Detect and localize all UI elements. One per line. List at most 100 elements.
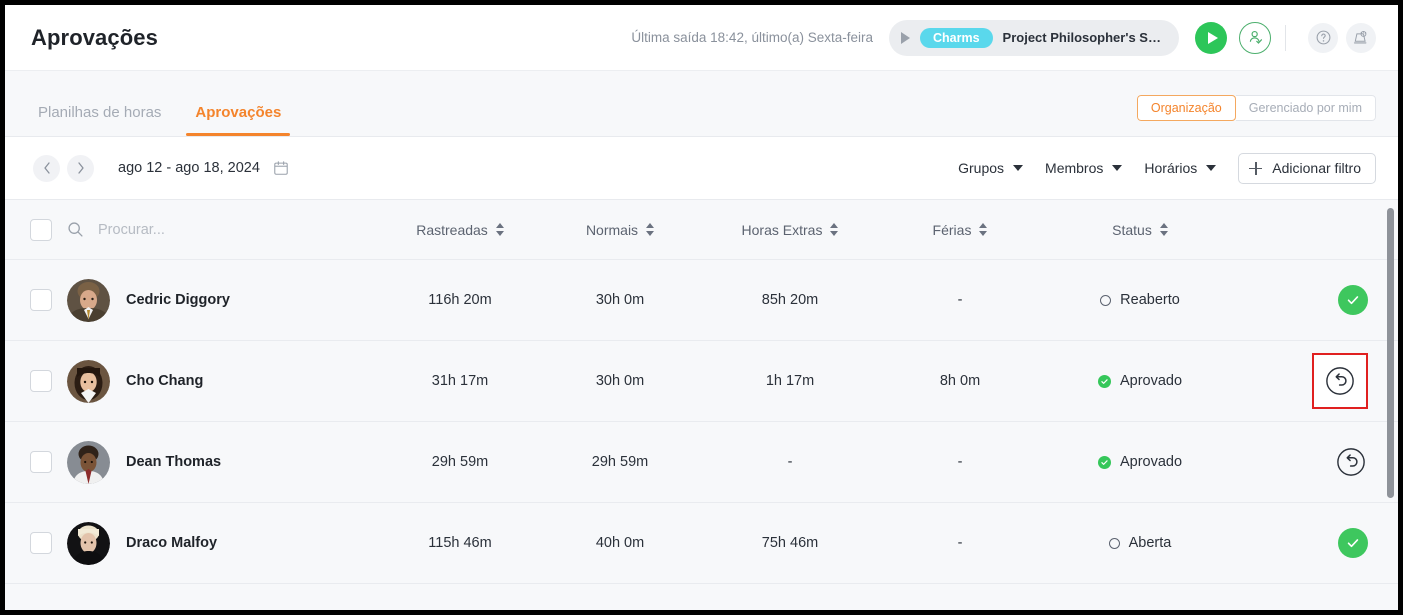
status-label: Reaberto: [1120, 292, 1180, 308]
sort-icon[interactable]: [1159, 223, 1168, 236]
cell-timeoff: -: [957, 454, 963, 470]
avatar: [67, 440, 110, 484]
user-check-icon: [1249, 30, 1262, 44]
row-select-cell: [5, 370, 67, 392]
calendar-button[interactable]: [273, 160, 289, 176]
help-button[interactable]: [1308, 22, 1338, 53]
column-header-tracked-label: Rastreadas: [416, 221, 488, 238]
filter-groups-dropdown[interactable]: Grupos: [958, 160, 1024, 176]
undo-approval-button[interactable]: [1334, 445, 1368, 479]
timer-widget[interactable]: Charms Project Philosopher's St...: [889, 19, 1179, 56]
cell-timeoff: -: [957, 292, 963, 308]
undo-approval-button[interactable]: [1323, 364, 1357, 398]
member-cell: Draco Malfoy: [67, 521, 380, 565]
table-header-row: Procurar... Rastreadas Normais Horas Ext…: [5, 200, 1398, 260]
status-label: Aberta: [1128, 535, 1172, 551]
member-name: Dean Thomas: [126, 454, 222, 470]
scrollbar-track[interactable]: [1387, 200, 1396, 610]
cell-status: Aprovado: [1040, 373, 1240, 389]
scope-toggle: Organização Gerenciado por mim: [1136, 95, 1376, 121]
filter-groups-label: Grupos: [958, 160, 1005, 176]
sort-icon[interactable]: [979, 223, 988, 236]
status-label: Aprovado: [1119, 373, 1183, 389]
cell-overtime: -: [787, 454, 793, 470]
cell-timeoff: 8h 0m: [939, 373, 981, 389]
column-header-status[interactable]: Status: [1040, 222, 1240, 238]
tab-list: Planilhas de horas Aprovações: [38, 104, 291, 136]
approvals-table: Procurar... Rastreadas Normais Horas Ext…: [5, 199, 1398, 610]
table-row[interactable]: Dean Thomas 29h 59m 29h 59m - - Aprovado: [5, 422, 1398, 503]
member-cell: Cedric Diggory: [67, 278, 380, 322]
add-filter-label: Adicionar filtro: [1272, 160, 1361, 176]
help-circle-icon: [1316, 30, 1330, 45]
column-header-overtime-label: Horas Extras: [741, 221, 823, 238]
user-check-button[interactable]: [1239, 21, 1271, 54]
cell-tracked: 116h 20m: [428, 292, 492, 308]
search-cell[interactable]: Procurar...: [67, 221, 380, 238]
scope-option-managed-by-me[interactable]: Gerenciado por mim: [1235, 95, 1376, 121]
avatar: [67, 278, 110, 322]
chevron-left-icon: [43, 162, 50, 174]
column-header-overtime[interactable]: Horas Extras: [700, 222, 880, 238]
column-header-timeoff-label: Férias: [932, 221, 972, 238]
column-header-regular[interactable]: Normais: [540, 222, 700, 238]
cell-action: [1240, 445, 1384, 479]
next-period-button[interactable]: [67, 154, 94, 182]
row-checkbox[interactable]: [30, 370, 52, 392]
filter-schedules-dropdown[interactable]: Horários: [1144, 160, 1217, 176]
chevron-right-icon: [77, 162, 84, 174]
top-header: Aprovações Última saída 18:42, último(a)…: [5, 5, 1398, 71]
table-row[interactable]: Draco Malfoy 115h 46m 40h 0m 75h 46m - A…: [5, 503, 1398, 584]
row-checkbox[interactable]: [30, 532, 52, 554]
avatar: [67, 521, 110, 565]
search-input[interactable]: Procurar...: [98, 222, 165, 238]
previous-period-button[interactable]: [33, 154, 60, 182]
calendar-icon: [274, 161, 288, 175]
tabs-bar: Planilhas de horas Aprovações Organizaçã…: [5, 71, 1398, 137]
column-header-tracked[interactable]: Rastreadas: [380, 222, 540, 238]
scrollbar-thumb[interactable]: [1387, 208, 1394, 498]
cell-action: [1240, 285, 1384, 315]
start-timer-button[interactable]: [1195, 21, 1227, 54]
cell-overtime: 75h 46m: [761, 535, 819, 551]
select-all-cell: [5, 218, 67, 241]
app-window: Aprovações Última saída 18:42, último(a)…: [5, 5, 1398, 610]
column-header-timeoff[interactable]: Férias: [880, 222, 1040, 238]
chevron-down-icon: [1013, 165, 1024, 171]
play-triangle-icon: [901, 31, 910, 44]
chevron-down-icon: [1112, 165, 1123, 171]
approve-button[interactable]: [1338, 285, 1368, 315]
member-cell: Dean Thomas: [67, 440, 380, 484]
tab-timesheets[interactable]: Planilhas de horas: [38, 104, 161, 136]
cell-tracked: 29h 59m: [431, 454, 489, 470]
row-checkbox[interactable]: [30, 451, 52, 473]
cell-regular: 30h 0m: [595, 373, 645, 389]
sort-icon[interactable]: [830, 223, 839, 236]
tab-approvals[interactable]: Aprovações: [186, 104, 291, 136]
date-range-label[interactable]: ago 12 - ago 18, 2024: [118, 160, 260, 176]
check-icon: [1347, 539, 1359, 548]
status-open-icon: [1108, 537, 1120, 549]
undo-icon: [1337, 448, 1365, 476]
cell-tracked: 31h 17m: [431, 373, 489, 389]
sort-icon[interactable]: [646, 223, 655, 236]
project-name-label[interactable]: Project Philosopher's St...: [1003, 30, 1163, 45]
approve-button[interactable]: [1338, 528, 1368, 558]
avatar-image: [67, 278, 110, 322]
table-row[interactable]: Cedric Diggory 116h 20m 30h 0m 85h 20m -…: [5, 260, 1398, 341]
select-all-checkbox[interactable]: [30, 218, 52, 241]
add-filter-button[interactable]: Adicionar filtro: [1238, 152, 1376, 184]
header-right-group: Última saída 18:42, último(a) Sexta-feir…: [631, 19, 1398, 56]
avatar: [67, 359, 110, 403]
megaphone-icon: [1353, 30, 1367, 43]
whats-new-button[interactable]: [1346, 22, 1376, 53]
scope-option-organization[interactable]: Organização: [1136, 95, 1236, 121]
cell-action: [1240, 528, 1384, 558]
project-tag-chip[interactable]: Charms: [920, 27, 993, 48]
table-row[interactable]: Cho Chang 31h 17m 30h 0m 1h 17m 8h 0m Ap…: [5, 341, 1398, 422]
row-checkbox[interactable]: [30, 289, 52, 311]
filter-members-dropdown[interactable]: Membros: [1045, 160, 1123, 176]
avatar-image: [67, 521, 110, 565]
sort-icon[interactable]: [495, 223, 504, 236]
last-exit-label: Última saída 18:42, último(a) Sexta-feir…: [631, 30, 873, 45]
